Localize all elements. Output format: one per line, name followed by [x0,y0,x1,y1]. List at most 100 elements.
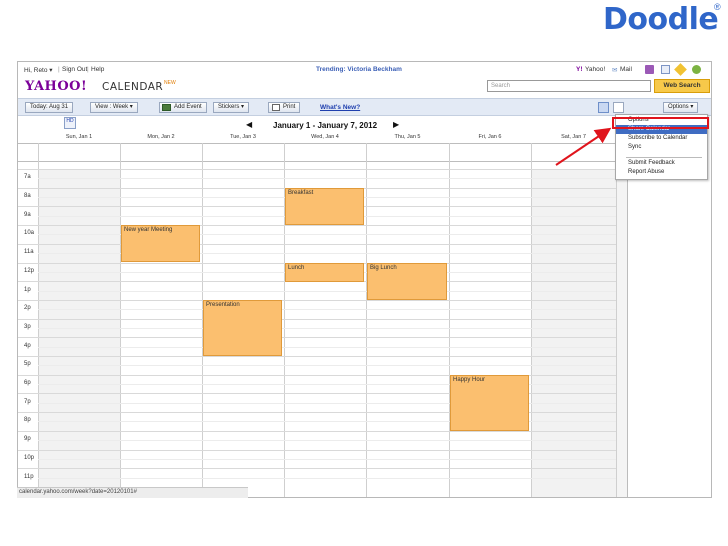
search-input[interactable]: Search [487,80,651,92]
hour-label: 7a [24,174,31,180]
day-header[interactable]: Mon, Jan 2 [120,134,202,143]
hour-line [18,431,616,432]
day-header[interactable]: Wed, Jan 4 [284,134,366,143]
separator: | [87,66,89,73]
hour-line [18,169,616,170]
half-hour-line [38,178,616,179]
annotation-arrow [555,127,612,166]
browser-status-bar: calendar.yahoo.com/week?date=20120101# [17,487,248,498]
registered-mark: ® [714,2,721,12]
user-greeting[interactable]: Hi, Reto ▾ [24,66,53,74]
calendar-event[interactable]: New year Meeting [121,225,200,262]
half-hour-line [38,403,616,404]
calendar-product-title: CALENDAR [102,81,164,93]
hour-label: 3p [24,324,31,330]
hour-label: 1p [24,287,31,293]
view-dropdown[interactable]: View : Week ▾ [90,102,138,113]
half-hour-line [38,384,616,385]
mail-link[interactable]: Mail [620,66,632,73]
print-label: Print [283,104,296,110]
calendar-toolbar: Today: Aug 31 View : Week ▾ Add Event St… [18,98,711,116]
hour-label: 10a [24,230,35,236]
day-header[interactable]: Sun, Jan 1 [38,134,120,143]
calendar-event[interactable]: Happy Hour [450,375,529,431]
messenger-icon[interactable] [645,65,654,74]
calendar-event[interactable]: Breakfast [285,188,364,225]
day-header[interactable]: Fri, Jan 6 [449,134,531,143]
half-hour-line [38,328,616,329]
share-calendar-highlight-box [612,117,709,129]
date-range-title: January 1 - January 7, 2012 [273,121,378,130]
weekend-shade [531,169,616,497]
calendar-icon[interactable] [661,65,670,74]
hour-line [18,356,616,357]
hour-line [18,225,616,226]
hour-line [18,450,616,451]
hour-label: 4p [24,343,31,349]
menu-item-subscribe[interactable]: Subscribe to Calendar [628,135,687,141]
hour-line [18,468,616,469]
separator: | [58,66,60,73]
hour-label: 12p [24,268,35,274]
layout-list-icon[interactable] [613,102,624,113]
layout-single-icon[interactable] [598,102,609,113]
menu-item-sync[interactable]: Sync [628,144,641,150]
stickers-dropdown[interactable]: Stickers ▾ [213,102,250,113]
hour-label: 7p [24,399,31,405]
print-icon [272,104,280,111]
day-header[interactable]: Thu, Jan 5 [366,134,449,143]
header-divider [18,143,616,144]
yahoo-icon[interactable]: Y! [576,66,583,73]
help-link[interactable]: Help [91,66,104,73]
prev-week-arrow[interactable]: ◀ [246,120,252,129]
next-week-arrow[interactable]: ▶ [393,120,399,129]
hour-label: 8p [24,417,31,423]
menu-item-submit-feedback[interactable]: Submit Feedback [628,160,675,166]
hour-label: 5p [24,361,31,367]
hd-toggle-button[interactable]: HD [64,117,76,129]
hour-line [18,300,616,301]
arrow-line [555,127,612,166]
half-hour-line [38,347,616,348]
menu-item-report-abuse[interactable]: Report Abuse [628,169,664,175]
hour-label: 6p [24,380,31,386]
yahoo-home-link[interactable]: Yahoo! [585,66,605,73]
calendar-event[interactable]: Lunch [285,263,364,282]
add-event-label: Add Event [174,104,202,110]
half-hour-line [38,440,616,441]
all-day-divider [18,161,616,162]
hour-label: 8a [24,193,31,199]
whats-new-link[interactable]: What's New? [320,104,360,111]
options-dropdown[interactable]: Options ▾ [663,102,699,113]
add-event-button[interactable]: Add Event [159,102,207,113]
half-hour-line [38,459,616,460]
hour-line [18,319,616,320]
apps-icon[interactable] [692,65,701,74]
add-event-icon [162,104,171,111]
web-search-button[interactable]: Web Search [654,79,710,93]
calendar-event[interactable]: Presentation [203,300,282,356]
print-button[interactable]: Print [268,102,301,113]
hour-label: 10p [24,455,35,461]
hour-line [18,337,616,338]
mail-icon[interactable]: ✉ [612,66,617,74]
trending-link[interactable]: Trending: Victoria Beckham [316,66,402,73]
notepad-icon[interactable] [674,63,687,76]
day-header[interactable]: Tue, Jan 3 [202,134,284,143]
half-hour-line [38,421,616,422]
half-hour-line [38,309,616,310]
yahoo-logo[interactable]: YAHOO! [25,79,87,94]
hour-label: 11a [24,249,34,255]
calendar-event[interactable]: Big Lunch [367,263,447,300]
new-badge: NEW [164,80,176,86]
menu-divider [626,157,702,158]
half-hour-line [38,291,616,292]
half-hour-line [38,365,616,366]
hour-label: 9p [24,436,31,442]
hour-line [18,244,616,245]
hour-label: 2p [24,305,31,311]
week-grid[interactable]: Sun, Jan 1 Mon, Jan 2 Tue, Jan 3 Wed, Jan 4… [18,134,618,497]
sign-out-link[interactable]: Sign Out [62,66,87,73]
top-bar: Hi, Reto ▾ | Sign Out | Help Trending: V… [18,62,711,78]
today-button[interactable]: Today: Aug 31 [25,102,74,113]
